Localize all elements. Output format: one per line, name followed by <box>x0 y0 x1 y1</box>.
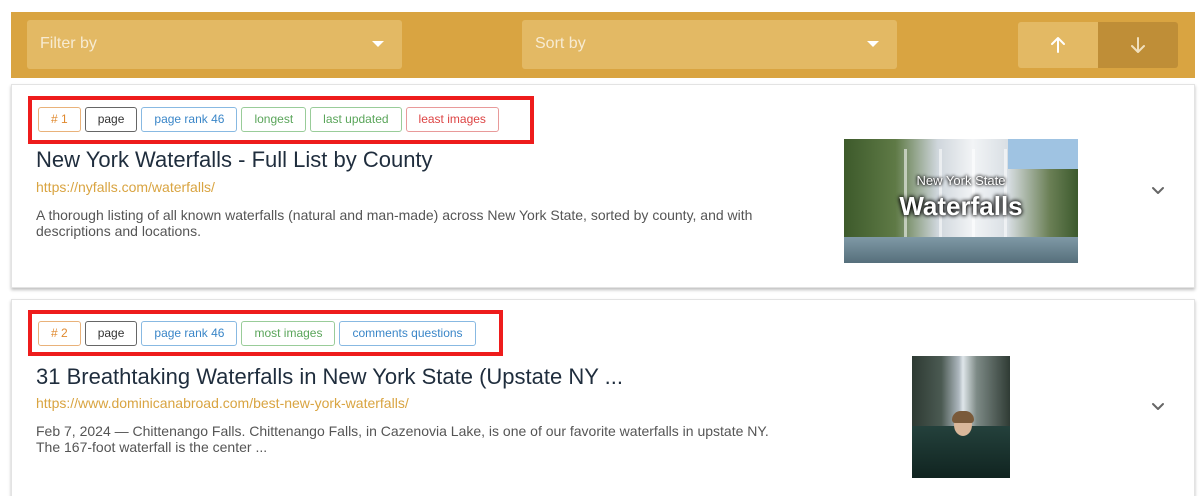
result-description: A thorough listing of all known waterfal… <box>36 207 753 239</box>
result-thumbnail[interactable] <box>912 356 1010 478</box>
arrow-down-icon <box>1131 37 1145 53</box>
filter-dropdown-label: Filter by <box>40 35 97 52</box>
rank-tag[interactable]: # 2 <box>38 321 81 346</box>
tags-highlight-box: # 2 page page rank 46 most images commen… <box>28 310 503 356</box>
filter-toolbar: Filter by Sort by <box>11 12 1195 78</box>
chevron-down-icon[interactable] <box>1150 398 1166 414</box>
thumbnail-caption-line2: Waterfalls <box>899 191 1023 221</box>
type-tag[interactable]: page <box>84 107 138 132</box>
rank-tag[interactable]: # 1 <box>38 107 81 132</box>
caret-down-icon <box>867 41 879 47</box>
sort-descending-button[interactable] <box>1098 22 1178 68</box>
sort-dropdown-label: Sort by <box>535 35 586 52</box>
thumbnail-caption-line1: New York State <box>916 173 1006 188</box>
result-url[interactable]: https://nyfalls.com/waterfalls/ <box>36 179 215 195</box>
result-card[interactable]: # 2 page page rank 46 most images commen… <box>11 299 1195 496</box>
thumbnail-water <box>844 237 1078 263</box>
page-rank-tag[interactable]: page rank 46 <box>141 321 238 346</box>
sort-ascending-button[interactable] <box>1018 22 1098 68</box>
sort-dropdown[interactable]: Sort by <box>522 20 897 69</box>
chevron-down-icon[interactable] <box>1150 182 1166 198</box>
last-updated-tag[interactable]: last updated <box>310 107 402 132</box>
arrow-up-icon <box>1051 37 1065 53</box>
type-tag[interactable]: page <box>84 321 138 346</box>
filter-dropdown[interactable]: Filter by <box>27 20 402 69</box>
least-images-tag[interactable]: least images <box>405 107 499 132</box>
result-url[interactable]: https://www.dominicanabroad.com/best-new… <box>36 395 409 411</box>
result-description: Feb 7, 2024 — Chittenango Falls. Chitten… <box>36 423 769 455</box>
most-images-tag[interactable]: most images <box>241 321 336 346</box>
comments-questions-tag[interactable]: comments questions <box>339 321 476 346</box>
result-card[interactable]: # 1 page page rank 46 longest last updat… <box>11 84 1195 288</box>
result-title[interactable]: 31 Breathtaking Waterfalls in New York S… <box>36 364 623 390</box>
thumbnail-person-hair <box>952 411 974 423</box>
result-thumbnail[interactable]: New York State Waterfalls <box>844 139 1078 263</box>
page-rank-tag[interactable]: page rank 46 <box>141 107 238 132</box>
tag-list: # 1 page page rank 46 longest last updat… <box>38 107 499 132</box>
tags-highlight-box: # 1 page page rank 46 longest last updat… <box>28 96 534 144</box>
sort-direction-group <box>1018 22 1178 68</box>
result-title[interactable]: New York Waterfalls - Full List by Count… <box>36 147 433 173</box>
tag-list: # 2 page page rank 46 most images commen… <box>38 321 476 346</box>
longest-tag[interactable]: longest <box>241 107 307 132</box>
thumbnail-sky <box>1008 139 1078 169</box>
caret-down-icon <box>372 41 384 47</box>
